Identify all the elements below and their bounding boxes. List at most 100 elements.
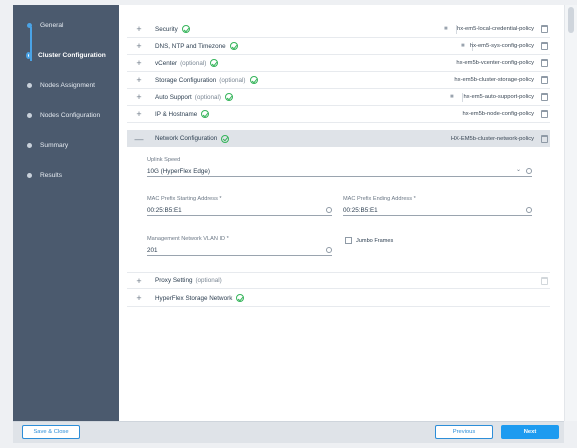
info-icon[interactable] <box>326 207 332 213</box>
wizard-frame: General Cluster Configuration Nodes Assi… <box>0 0 577 448</box>
uplink-speed-label: Uplink Speed <box>147 157 181 163</box>
step-label: Summary <box>40 142 69 149</box>
section-title: HyperFlex Storage Network <box>155 294 233 302</box>
trash-icon[interactable] <box>541 25 548 33</box>
expand-plus-icon[interactable]: + <box>131 58 147 68</box>
step-label: Nodes Configuration <box>40 112 101 119</box>
uplink-speed-select[interactable]: 10G (HyperFlex Edge) ⌄ <box>147 167 532 177</box>
save-close-button[interactable]: Save & Close <box>22 425 80 439</box>
expand-plus-icon[interactable]: + <box>131 293 147 303</box>
expand-plus-icon[interactable]: + <box>131 92 147 102</box>
mac-start-input[interactable]: 00:25:B5:E1 <box>147 206 332 216</box>
vertical-scrollbar[interactable] <box>564 5 577 421</box>
trash-icon[interactable] <box>541 76 548 84</box>
uplink-speed-value: 10G (HyperFlex Edge) <box>147 168 210 175</box>
info-icon[interactable] <box>526 168 532 174</box>
optional-tag: (optional) <box>195 277 222 284</box>
check-circle-icon <box>229 42 238 50</box>
policy-name[interactable]: hx-em5-sys-config-policy <box>470 43 534 49</box>
expand-plus-icon[interactable]: + <box>131 109 147 119</box>
info-icon[interactable] <box>526 207 532 213</box>
section-storage-configuration[interactable]: + Storage Configuration (optional) hx-em… <box>127 72 550 89</box>
mac-start-value: 00:25:B5:E1 <box>147 207 182 214</box>
section-title: DNS, NTP and Timezone <box>155 42 226 50</box>
expand-plus-icon[interactable]: + <box>131 24 147 34</box>
lock-icon: ■ <box>461 43 465 49</box>
section-vcenter[interactable]: + vCenter (optional) hx-em5b-vcenter-con… <box>127 55 550 72</box>
section-title: Storage Configuration <box>155 76 217 84</box>
cluster-config-panel: + Security ■ hx-em5-local-credential-pol… <box>119 5 564 421</box>
section-auto-support[interactable]: + Auto Support (optional) ■ hx-em5-auto-… <box>127 89 550 106</box>
step-summary[interactable]: Summary <box>27 142 68 149</box>
section-title: Security <box>155 25 178 33</box>
section-title: Auto Support <box>155 93 192 101</box>
check-circle-icon <box>181 25 190 33</box>
expand-plus-icon[interactable]: + <box>131 75 147 85</box>
policy-name[interactable]: hx-em5b-node-config-policy <box>462 111 534 117</box>
network-config-form: Uplink Speed 10G (HyperFlex Edge) ⌄ MAC … <box>127 149 550 271</box>
scrollbar-thumb[interactable] <box>568 7 574 33</box>
check-circle-icon <box>221 134 230 143</box>
section-title: Network Configuration <box>155 135 218 142</box>
expand-plus-icon[interactable]: + <box>131 276 147 286</box>
previous-button[interactable]: Previous <box>435 425 493 439</box>
step-label: Nodes Assignment <box>40 82 95 89</box>
check-circle-icon <box>249 76 258 84</box>
mac-end-input[interactable]: 00:25:B5:E1 <box>343 206 532 216</box>
step-dot-icon <box>27 23 32 28</box>
wizard-sidebar: General Cluster Configuration Nodes Assi… <box>13 5 119 421</box>
section-dns-ntp-timezone[interactable]: + DNS, NTP and Timezone ■ hx-em5-sys-con… <box>127 38 550 55</box>
optional-tag: (optional) <box>180 59 207 67</box>
section-title: vCenter <box>155 59 178 67</box>
chevron-down-icon: ⌄ <box>515 167 521 173</box>
section-hyperflex-storage-network[interactable]: + HyperFlex Storage Network <box>127 290 550 307</box>
trash-icon[interactable] <box>541 134 548 143</box>
step-label: General <box>40 22 64 29</box>
policy-name[interactable]: hx-em5-local-credential-policy <box>457 26 534 32</box>
section-security[interactable]: + Security ■ hx-em5-local-credential-pol… <box>127 21 550 38</box>
info-icon[interactable] <box>326 247 332 253</box>
trash-icon[interactable] <box>541 59 548 67</box>
step-cluster-configuration[interactable]: Cluster Configuration <box>26 52 106 59</box>
policy-name[interactable]: hx-em5-auto-support-policy <box>463 94 534 100</box>
trash-icon <box>541 276 548 285</box>
policy-name[interactable]: hx-em5b-vcenter-config-policy <box>456 60 534 66</box>
policy-name[interactable]: hx-em5b-cluster-storage-policy <box>454 77 534 83</box>
policy-name[interactable]: HX-EM5b-cluster-network-policy <box>451 136 534 142</box>
lock-icon: ■ <box>444 26 448 32</box>
section-ip-hostname[interactable]: + IP & Hostname hx-em5b-node-config-poli… <box>127 106 550 123</box>
jumbo-frames-checkbox[interactable] <box>345 237 352 244</box>
step-general[interactable]: General <box>27 22 63 29</box>
optional-tag: (optional) <box>194 93 222 101</box>
section-title: IP & Hostname <box>155 110 198 118</box>
jumbo-frames-label: Jumbo Frames <box>356 238 394 244</box>
check-circle-icon <box>201 110 210 118</box>
collapse-minus-icon[interactable]: — <box>131 134 147 144</box>
vlan-id-input[interactable]: 201 <box>147 246 332 256</box>
step-label: Results <box>40 172 62 179</box>
next-button[interactable]: Next <box>501 425 559 439</box>
trash-icon[interactable] <box>541 110 548 118</box>
step-dot-icon <box>27 143 32 148</box>
section-title: Proxy Setting <box>155 277 193 284</box>
step-label: Cluster Configuration <box>38 52 106 59</box>
mac-start-label: MAC Prefix Starting Address * <box>147 196 222 202</box>
step-nodes-assignment[interactable]: Nodes Assignment <box>27 82 95 89</box>
lock-icon: ■ <box>450 94 454 100</box>
step-dot-icon <box>27 113 32 118</box>
step-dot-icon <box>27 173 32 178</box>
section-proxy-setting[interactable]: + Proxy Setting (optional) <box>127 272 550 289</box>
expand-plus-icon[interactable]: + <box>131 41 147 51</box>
check-circle-icon <box>225 93 234 101</box>
trash-icon[interactable] <box>541 42 548 50</box>
trash-icon[interactable] <box>541 93 548 101</box>
step-dot-icon <box>26 52 31 59</box>
wizard-footer: Save & Close Previous Next <box>13 421 564 443</box>
check-circle-icon <box>210 59 219 67</box>
check-circle-icon <box>236 294 245 302</box>
optional-tag: (optional) <box>219 76 246 84</box>
step-results[interactable]: Results <box>27 172 62 179</box>
step-nodes-configuration[interactable]: Nodes Configuration <box>27 112 100 119</box>
section-network-configuration[interactable]: — Network Configuration HX-EM5b-cluster-… <box>127 130 550 147</box>
vlan-id-value: 201 <box>147 247 158 254</box>
